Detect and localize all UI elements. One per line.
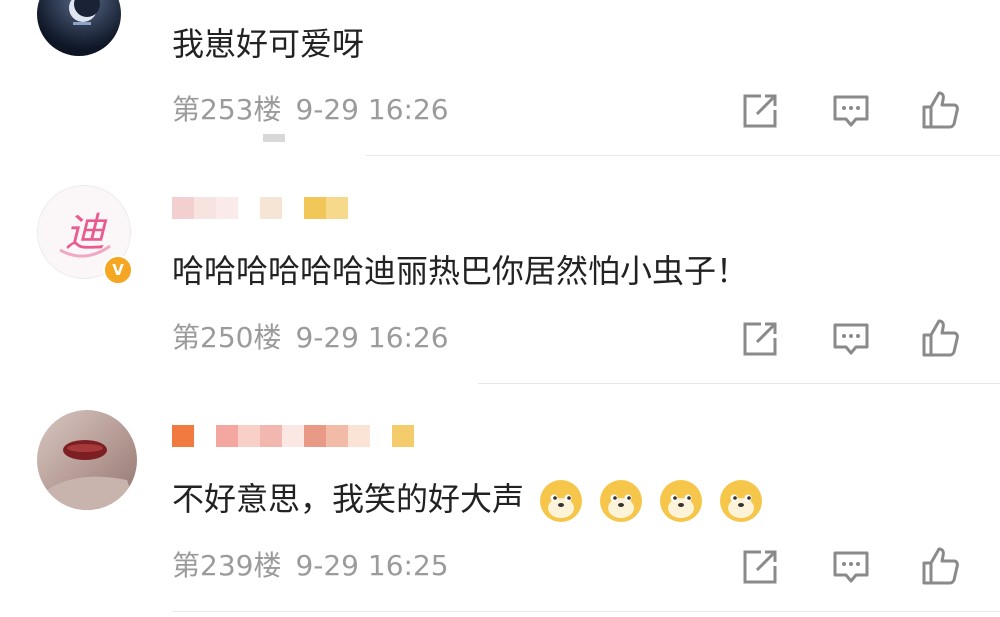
share-button[interactable] xyxy=(740,319,780,359)
username-blurred[interactable] xyxy=(172,197,348,219)
reply-button[interactable] xyxy=(831,319,871,359)
timestamp: 9-29 16:25 xyxy=(295,549,449,582)
verified-badge: V xyxy=(103,255,133,285)
avatar-image xyxy=(69,0,100,25)
like-button[interactable] xyxy=(920,318,960,358)
comment-meta: 第253楼 9-29 16:26 xyxy=(172,93,449,127)
avatar-image xyxy=(37,440,137,510)
svg-text:迪: 迪 xyxy=(65,210,108,256)
username-blurred[interactable] xyxy=(172,425,414,447)
share-icon xyxy=(743,94,777,128)
comment-item: 不好意思，我笑的好大声 第239楼 9-29 16:25 xyxy=(0,383,1000,617)
like-button[interactable] xyxy=(920,546,960,586)
reply-icon xyxy=(833,323,869,355)
share-button[interactable] xyxy=(740,547,780,587)
comment-meta: 第250楼 9-29 16:26 xyxy=(172,321,449,355)
timestamp: 9-29 16:26 xyxy=(295,321,449,354)
comment-item: 迪 V 哈哈哈哈哈哈迪丽热巴你居然怕小虫子！ 第250楼 9-29 16:26 xyxy=(0,155,1000,383)
avatar[interactable] xyxy=(37,410,137,510)
like-icon xyxy=(922,319,959,357)
share-button[interactable] xyxy=(740,91,780,131)
like-icon xyxy=(922,91,959,129)
comment-text-content: 不好意思，我笑的好大声 xyxy=(172,480,525,518)
reply-button[interactable] xyxy=(831,91,871,131)
like-icon xyxy=(922,547,959,585)
timestamp: 9-29 16:26 xyxy=(295,93,449,126)
reply-button[interactable] xyxy=(831,547,871,587)
comment-item: 我崽好可爱呀 第253楼 9-29 16:26 xyxy=(0,0,1000,155)
reply-icon xyxy=(833,95,869,127)
comment-meta: 第239楼 9-29 16:25 xyxy=(172,549,449,583)
comment-text: 哈哈哈哈哈哈迪丽热巴你居然怕小虫子！ xyxy=(172,252,749,290)
avatar[interactable] xyxy=(37,0,121,56)
doge-emoji xyxy=(540,480,583,522)
comment-text: 我崽好可爱呀 xyxy=(172,25,365,63)
doge-emoji xyxy=(720,480,763,522)
doge-emoji xyxy=(660,480,703,522)
floor-number: 第239楼 xyxy=(172,549,282,582)
comment-text: 不好意思，我笑的好大声 xyxy=(172,478,764,524)
like-button[interactable] xyxy=(920,90,960,130)
share-icon xyxy=(743,550,777,584)
divider xyxy=(172,611,1000,612)
floor-number: 第250楼 xyxy=(172,321,282,354)
floor-number: 第253楼 xyxy=(172,93,282,126)
doge-emoji xyxy=(600,480,643,522)
share-icon xyxy=(743,322,777,356)
reply-icon xyxy=(833,551,869,583)
blurred-mark xyxy=(263,134,285,142)
